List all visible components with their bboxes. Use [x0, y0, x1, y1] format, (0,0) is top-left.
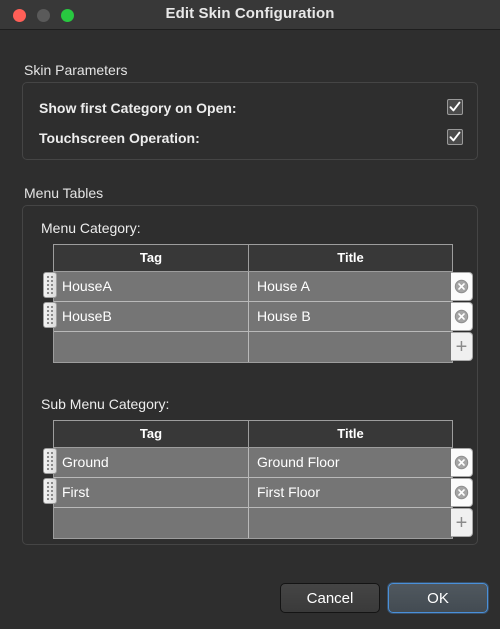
ok-button[interactable]: OK: [388, 583, 488, 613]
table-row-empty[interactable]: +: [54, 332, 473, 362]
grip-dots-icon: [47, 306, 53, 324]
cancel-button[interactable]: Cancel: [280, 583, 380, 613]
table-row[interactable]: First First Floor: [43, 478, 473, 508]
add-row-button[interactable]: +: [451, 332, 473, 361]
check-icon: [449, 131, 461, 142]
table-frame: Tag Title Ground Ground Floor First Firs…: [43, 420, 473, 539]
table-header-row: Tag Title: [54, 245, 452, 272]
param-label-show-first-category: Show first Category on Open:: [39, 100, 237, 116]
drag-handle-icon[interactable]: [43, 478, 57, 504]
column-header-title: Title: [337, 250, 364, 265]
table-row[interactable]: HouseB House B: [43, 302, 473, 332]
delete-row-button[interactable]: [451, 478, 473, 507]
column-header-tag: Tag: [54, 421, 249, 447]
check-icon: [449, 101, 461, 112]
menu-tables-label: Menu Tables: [24, 185, 104, 201]
cell-title-empty[interactable]: [249, 508, 452, 538]
remove-circle-icon: [454, 309, 469, 324]
delete-row-button[interactable]: [451, 448, 473, 477]
column-header-tag: Tag: [54, 245, 249, 271]
menu-tables-group: Menu Category: Tag Title HouseA House A: [22, 205, 478, 545]
table-frame: Tag Title HouseA House A HouseB House B …: [43, 244, 473, 363]
table-row-empty[interactable]: +: [54, 508, 473, 538]
remove-circle-icon: [454, 455, 469, 470]
dialog-window: Edit Skin Configuration Skin Parameters …: [0, 0, 500, 629]
cell-tag[interactable]: HouseA: [54, 272, 249, 301]
checkbox-show-first-category[interactable]: [447, 99, 463, 115]
cell-tag[interactable]: First: [54, 478, 249, 507]
cell-title[interactable]: House A: [249, 272, 452, 301]
param-label-touchscreen-operation: Touchscreen Operation:: [39, 130, 200, 146]
drag-handle-icon[interactable]: [43, 272, 57, 298]
cell-title[interactable]: Ground Floor: [249, 448, 452, 477]
menu-category-table: Tag Title HouseA House A HouseB House B …: [43, 244, 473, 363]
checkbox-touchscreen-operation[interactable]: [447, 129, 463, 145]
menu-category-label: Menu Category:: [41, 220, 141, 236]
window-title: Edit Skin Configuration: [165, 5, 335, 22]
table-row[interactable]: Ground Ground Floor: [43, 448, 473, 478]
cell-tag[interactable]: Ground: [54, 448, 249, 477]
cell-tag-empty[interactable]: [54, 332, 249, 362]
title-bar: Edit Skin Configuration: [0, 0, 500, 30]
remove-circle-icon: [454, 279, 469, 294]
sub-menu-category-table: Tag Title Ground Ground Floor First Firs…: [43, 420, 473, 539]
column-header-title: Title: [337, 426, 364, 441]
cell-tag-empty[interactable]: [54, 508, 249, 538]
dialog-content: Skin Parameters Show first Category on O…: [0, 30, 500, 629]
delete-row-button[interactable]: [451, 302, 473, 331]
param-row-show-first-category: Show first Category on Open:: [39, 97, 463, 119]
grip-dots-icon: [47, 482, 53, 500]
skin-parameters-label: Skin Parameters: [24, 62, 128, 78]
param-row-touchscreen-operation: Touchscreen Operation:: [39, 127, 463, 149]
sub-menu-category-label: Sub Menu Category:: [41, 396, 170, 412]
table-header-row: Tag Title: [54, 421, 452, 448]
drag-handle-icon[interactable]: [43, 448, 57, 474]
cell-title[interactable]: House B: [249, 302, 452, 331]
drag-handle-icon[interactable]: [43, 302, 57, 328]
grip-dots-icon: [47, 452, 53, 470]
remove-circle-icon: [454, 485, 469, 500]
cell-title-empty[interactable]: [249, 332, 452, 362]
table-row[interactable]: HouseA House A: [43, 272, 473, 302]
dialog-footer: Cancel OK: [0, 569, 500, 629]
cell-title[interactable]: First Floor: [249, 478, 452, 507]
grip-dots-icon: [47, 276, 53, 294]
skin-parameters-group: Show first Category on Open: Touchscreen…: [22, 82, 478, 160]
add-row-button[interactable]: +: [451, 508, 473, 537]
delete-row-button[interactable]: [451, 272, 473, 301]
cell-tag[interactable]: HouseB: [54, 302, 249, 331]
